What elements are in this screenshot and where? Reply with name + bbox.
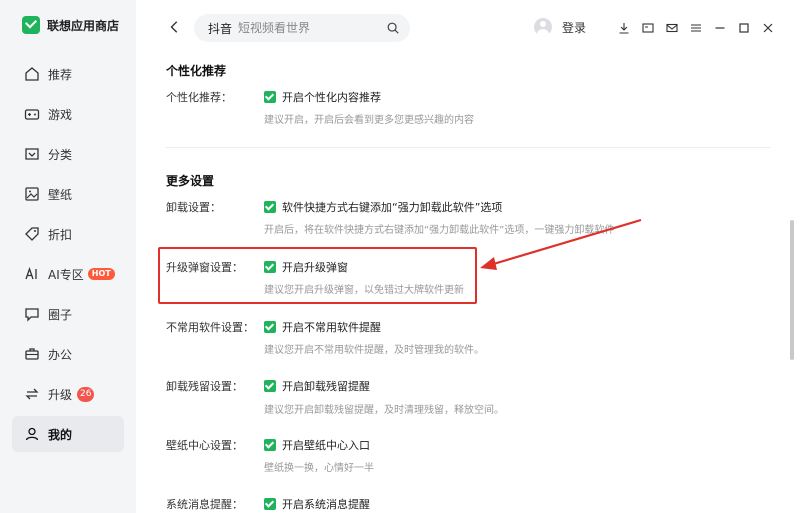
- personal-label: 个性化推荐：: [166, 91, 232, 104]
- check-icon[interactable]: [264, 201, 276, 213]
- search-box[interactable]: 抖音: [194, 14, 410, 42]
- rare-software-label: 不常用软件设置：: [166, 321, 254, 334]
- check-icon[interactable]: [264, 380, 276, 392]
- sidebar-item-office[interactable]: 办公: [12, 336, 124, 372]
- maximize-icon: [739, 23, 749, 33]
- category-icon: [24, 146, 40, 162]
- window-controls: [612, 19, 780, 37]
- login-area[interactable]: 登录: [534, 18, 586, 36]
- check-icon[interactable]: [264, 498, 276, 510]
- brand[interactable]: 联想应用商店: [22, 16, 119, 34]
- personal-checkbox[interactable]: 开启个性化内容推荐: [264, 89, 381, 105]
- wallpaper-center-option[interactable]: 开启壁纸中心入口: [282, 437, 370, 453]
- personal-desc: 建议开启，开启后会看到更多您更感兴趣的内容: [264, 115, 474, 126]
- personal-option[interactable]: 开启个性化内容推荐: [282, 89, 381, 105]
- minimize-button[interactable]: [708, 19, 732, 37]
- uninstall-label: 卸载设置：: [166, 201, 221, 214]
- close-icon: [763, 23, 773, 33]
- message-button[interactable]: [660, 19, 684, 37]
- sidebar-item-label: 分类: [48, 147, 73, 162]
- sidebar: 联想应用商店 推荐 游戏 分类 壁纸 折扣 AI专区 HOT 圈子 办公 升级 …: [0, 0, 136, 513]
- sidebar-item-category[interactable]: 分类: [12, 136, 124, 172]
- rare-software-option[interactable]: 开启不常用软件提醒: [282, 319, 381, 335]
- download-button[interactable]: [612, 19, 636, 37]
- rare-software-checkbox[interactable]: 开启不常用软件提醒: [264, 319, 381, 335]
- tag-icon: [24, 226, 40, 242]
- uninstall-checkbox[interactable]: 软件快捷方式右键添加“强力卸载此软件”选项: [264, 199, 502, 215]
- system-msg-option[interactable]: 开启系统消息提醒: [282, 496, 370, 512]
- sidebar-item-mine[interactable]: 我的: [12, 416, 124, 452]
- residue-desc: 建议您开启卸载残留提醒，及时清理残留，释放空间。: [264, 405, 504, 416]
- sidebar-item-label: 办公: [48, 347, 73, 362]
- divider: [166, 147, 770, 148]
- sidebar-item-label: 升级: [48, 387, 73, 402]
- sidebar-item-ai[interactable]: AI专区 HOT: [12, 256, 124, 292]
- menu-button[interactable]: [684, 19, 708, 37]
- upgrade-count-badge: 26: [77, 386, 95, 402]
- system-msg-label: 系统消息提醒：: [166, 498, 243, 511]
- chat-icon: [24, 306, 40, 322]
- minimize-icon: [715, 27, 725, 29]
- wallpaper-center-desc: 壁纸换一换，心情好一半: [264, 463, 374, 474]
- menu-icon: [691, 24, 701, 32]
- sidebar-item-label: 我的: [48, 427, 73, 442]
- wallpaper-icon: [24, 186, 40, 202]
- hot-badge: HOT: [87, 268, 115, 280]
- sidebar-item-label: AI专区: [48, 267, 84, 282]
- wallpaper-center-label: 壁纸中心设置：: [166, 439, 243, 452]
- check-icon[interactable]: [264, 321, 276, 333]
- residue-checkbox[interactable]: 开启卸载残留提醒: [264, 378, 370, 394]
- highlight-box: [158, 247, 477, 304]
- screen-icon: [642, 23, 654, 33]
- sidebar-item-label: 游戏: [48, 107, 73, 122]
- briefcase-icon: [24, 346, 40, 362]
- sidebar-item-circle[interactable]: 圈子: [12, 296, 124, 332]
- search-icon[interactable]: [386, 21, 400, 35]
- login-link[interactable]: 登录: [562, 19, 586, 36]
- avatar[interactable]: [534, 18, 552, 36]
- home-icon: [24, 66, 40, 82]
- sidebar-item-label: 壁纸: [48, 187, 73, 202]
- user-icon: [24, 426, 40, 442]
- sidebar-item-discount[interactable]: 折扣: [12, 216, 124, 252]
- section-title-personal: 个性化推荐: [166, 64, 227, 78]
- settings-content: 个性化推荐 个性化推荐： 开启个性化内容推荐 建议开启，开启后会看到更多您更感兴…: [136, 56, 786, 513]
- sidebar-item-recommend[interactable]: 推荐: [12, 56, 124, 92]
- search-input[interactable]: [238, 21, 369, 35]
- game-icon: [24, 106, 40, 122]
- chevron-left-icon: [170, 21, 178, 33]
- sidebar-item-label: 推荐: [48, 67, 73, 82]
- header: 抖音 登录: [136, 0, 800, 56]
- upgrade-icon: [24, 386, 40, 402]
- section-title-more: 更多设置: [166, 174, 215, 188]
- sidebar-item-label: 折扣: [48, 227, 73, 242]
- maximize-button[interactable]: [732, 19, 756, 37]
- sidebar-item-wallpaper[interactable]: 壁纸: [12, 176, 124, 212]
- system-msg-checkbox[interactable]: 开启系统消息提醒: [264, 496, 370, 512]
- search-keyword[interactable]: 抖音: [208, 20, 232, 37]
- sidebar-item-label: 圈子: [48, 307, 73, 322]
- scrollbar[interactable]: [790, 220, 794, 360]
- mail-icon: [666, 23, 678, 33]
- residue-label: 卸载残留设置：: [166, 380, 243, 393]
- app-logo-icon: [22, 16, 40, 34]
- check-icon[interactable]: [264, 439, 276, 451]
- check-icon[interactable]: [264, 91, 276, 103]
- arrow-annotation-icon: [480, 218, 642, 270]
- screen-button[interactable]: [636, 19, 660, 37]
- ai-icon: [24, 266, 40, 282]
- sidebar-item-games[interactable]: 游戏: [12, 96, 124, 132]
- close-button[interactable]: [756, 19, 780, 37]
- sidebar-item-upgrade[interactable]: 升级 26: [12, 376, 124, 412]
- back-button[interactable]: [166, 18, 184, 36]
- wallpaper-center-checkbox[interactable]: 开启壁纸中心入口: [264, 437, 370, 453]
- rare-software-desc: 建议您开启不常用软件提醒，及时管理我的软件。: [264, 345, 484, 356]
- sidebar-nav: 推荐 游戏 分类 壁纸 折扣 AI专区 HOT 圈子 办公 升级 26 我的: [12, 56, 124, 456]
- download-icon: [619, 23, 629, 34]
- residue-option[interactable]: 开启卸载残留提醒: [282, 378, 370, 394]
- uninstall-option[interactable]: 软件快捷方式右键添加“强力卸载此软件”选项: [282, 199, 502, 215]
- app-name: 联想应用商店: [47, 18, 120, 33]
